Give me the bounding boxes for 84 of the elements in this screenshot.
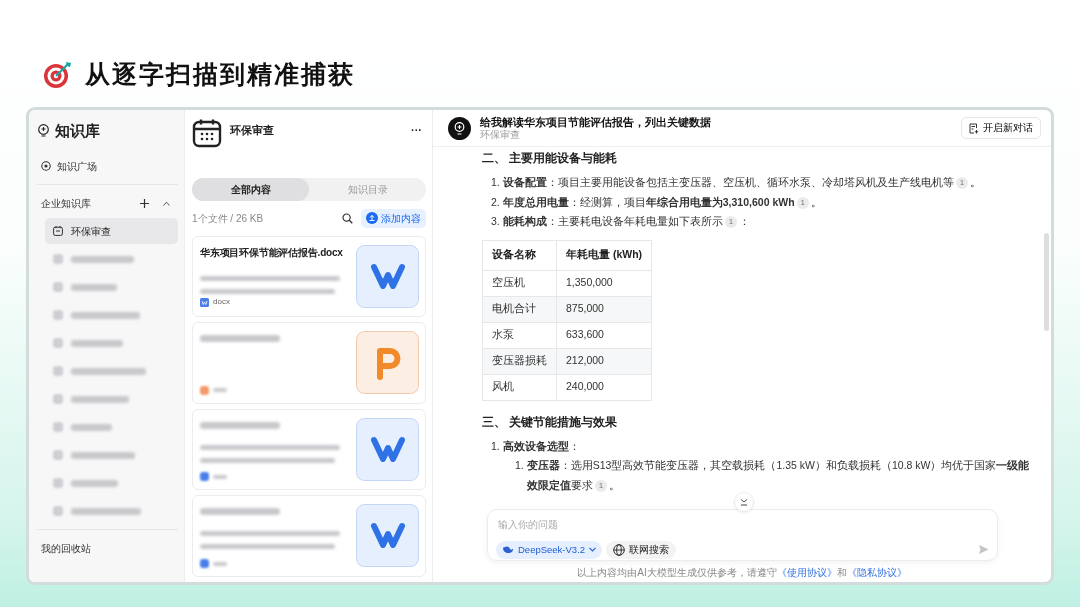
tab[interactable]: 全部内容: [192, 178, 309, 201]
calendar-icon: [192, 118, 222, 148]
scrollbar-thumb[interactable]: [1044, 233, 1049, 331]
disclaimer-text: 以上内容均由AI大模型生成仅供参考，请遵守《使用协议》和《隐私协议》: [576, 566, 908, 580]
table-cell: 空压机: [482, 270, 557, 296]
whale-icon: [502, 545, 514, 555]
file-card[interactable]: [192, 495, 426, 577]
list-number: 1.: [491, 438, 500, 454]
collapse-button[interactable]: [163, 200, 170, 206]
citation-badge[interactable]: 1: [724, 216, 738, 228]
table-cell: 240,000: [556, 374, 652, 400]
w-logo-icon: [356, 504, 419, 568]
file-type-label: docx: [213, 296, 230, 309]
library-title: 环保审查: [230, 123, 274, 138]
sidebar-item[interactable]: 环保审查: [45, 218, 178, 244]
table-cell: 变压器损耗: [482, 348, 557, 374]
search-icon: [342, 212, 353, 224]
table-cell: 633,600: [556, 322, 652, 348]
calendar-icon: [53, 226, 63, 236]
plus-icon: [140, 198, 149, 208]
blurred-file-type: [200, 385, 227, 395]
question-input[interactable]: 输入你的问题: [496, 517, 989, 532]
section-heading: 二、 主要用能设备与能耗: [482, 150, 619, 167]
file-card[interactable]: 华东项目环保节能评估报告.docx docx: [192, 235, 426, 318]
list-number: 1.: [515, 458, 524, 473]
file-count: 1个文件 / 26 KB: [192, 211, 264, 226]
list-number: 1.: [491, 175, 500, 190]
globe-icon: [613, 543, 626, 556]
list-number: 3.: [491, 214, 500, 229]
web-search-button[interactable]: 联网搜索: [606, 540, 677, 559]
list-text: 高效设备选型：: [502, 438, 580, 454]
double-chevron-down-icon: [740, 498, 748, 506]
file-name: 华东项目环保节能评估报告.docx: [200, 245, 344, 260]
more-button[interactable]: ···: [411, 122, 422, 139]
send-button[interactable]: [978, 544, 989, 556]
list-text: 变压器：选用S13型高效节能变压器，其空载损耗（1.35 kW）和负载损耗（10.8 kW）均优于国家一级能效限定值要求 1 。: [526, 458, 1031, 494]
blurred-file-type: [200, 472, 227, 482]
add-content-button[interactable]: 添加内容: [361, 208, 426, 228]
citation-badge[interactable]: 1: [955, 177, 969, 189]
chevron-down-icon: [589, 547, 597, 553]
table-cell: 875,000: [556, 296, 652, 322]
table-cell: 水泵: [482, 322, 557, 348]
list-text: 能耗构成：主要耗电设备年耗电量如下表所示 1 ：: [502, 214, 751, 230]
terms-link[interactable]: 《使用协议》: [776, 567, 837, 578]
target-icon: [43, 59, 73, 90]
model-selector[interactable]: DeepSeek-V3.2: [496, 540, 603, 559]
w-logo-icon: [356, 244, 419, 308]
table-cell: 212,000: [556, 348, 652, 374]
send-icon: [978, 544, 989, 556]
file-card[interactable]: [192, 408, 426, 491]
note-plus-icon: [969, 122, 979, 134]
table-cell: 电机合计: [482, 296, 557, 322]
table-cell: 风机: [482, 374, 557, 400]
question-field[interactable]: 输入你的问题 DeepSeek-V3.2 联网搜索: [487, 509, 998, 561]
chevron-up-icon: [163, 200, 170, 206]
column-header: 年耗电量 (kWh): [556, 240, 652, 270]
lightbulb-avatar-icon: [448, 116, 471, 140]
list-number: 2.: [491, 194, 500, 210]
list-text: 年度总用电量：经测算，项目年综合用电量为3,310,600 kWh 1 。: [502, 194, 822, 211]
section-heading: 三、 关键节能措施与效果: [482, 413, 619, 431]
citation-badge[interactable]: 1: [594, 479, 608, 492]
upload-icon: [366, 212, 378, 225]
section-label: 企业知识库: [41, 196, 91, 211]
p-logo-icon: [356, 331, 419, 395]
blurred-file-type: [200, 559, 227, 568]
new-chat-button[interactable]: 开启新对话: [961, 116, 1041, 140]
document-icon: [200, 297, 209, 307]
compass-icon: [41, 161, 51, 171]
chat-title: 给我解读华东项目节能评估报告，列出关键数据: [480, 116, 711, 129]
sidebar-title: 知识库: [55, 120, 100, 141]
add-button[interactable]: [140, 198, 149, 208]
slide-title: 从逐字扫描到精准捕获: [85, 62, 355, 87]
privacy-link[interactable]: 《隐私协议》: [846, 567, 907, 578]
table-cell: 1,350,000: [556, 270, 652, 296]
plaza-link[interactable]: 知识广场: [37, 152, 178, 180]
chat-subtitle: 环保审查: [480, 128, 521, 140]
file-card[interactable]: [192, 322, 426, 404]
recycle-bin-link[interactable]: 我的回收站: [37, 534, 178, 562]
column-header: 设备名称: [482, 240, 557, 270]
citation-badge[interactable]: 1: [796, 196, 809, 209]
scroll-down-button[interactable]: [734, 492, 754, 512]
lightbulb-icon: [37, 124, 50, 138]
list-text: 设备配置：项目主要用能设备包括主变压器、空压机、循环水泵、冷却塔风机及生产线电机等 1 。: [502, 175, 982, 191]
w-logo-icon: [356, 417, 419, 481]
